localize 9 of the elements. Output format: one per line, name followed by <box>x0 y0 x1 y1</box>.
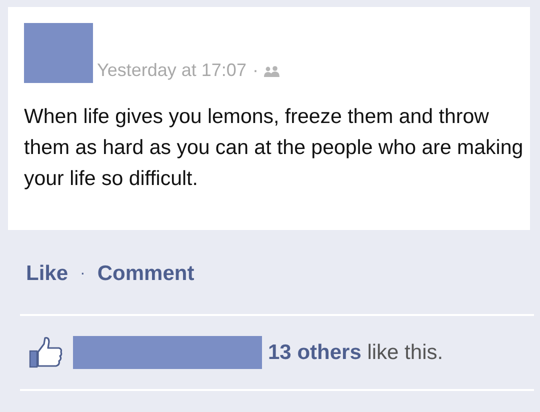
likes-text: 13 others like this. <box>268 340 444 364</box>
separator-dot: · <box>252 60 258 81</box>
friends-icon <box>264 64 280 76</box>
thumbs-up-icon[interactable] <box>29 336 63 368</box>
post-text: When life gives you lemons, freeze them and throw them as hard as you can at the people who are making your life so difficult. <box>24 104 524 192</box>
comment-link[interactable]: Comment <box>97 262 194 286</box>
avatar <box>24 23 93 83</box>
like-link[interactable]: Like <box>26 262 68 286</box>
separator-dot: · <box>80 265 86 283</box>
